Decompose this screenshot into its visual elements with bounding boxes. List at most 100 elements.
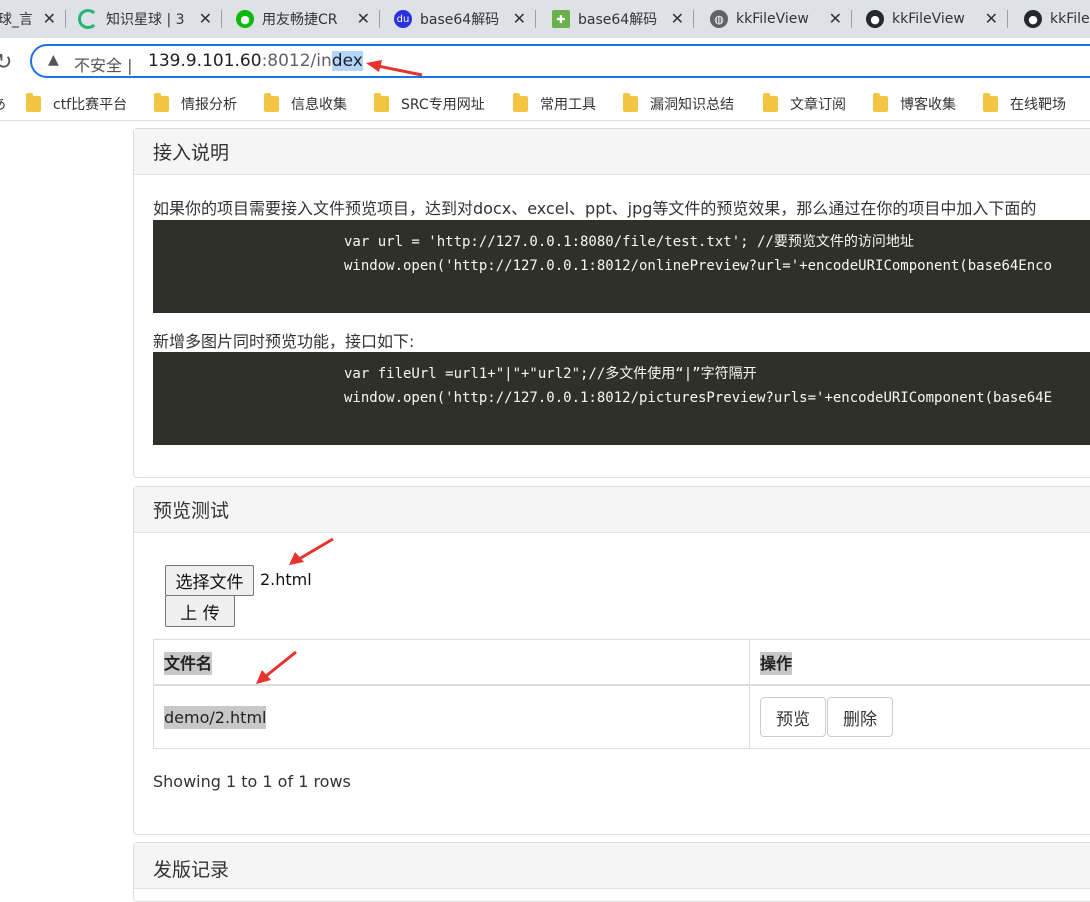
bookmark-label: 漏洞知识总结: [650, 94, 734, 114]
preview-button[interactable]: 预览: [760, 697, 826, 737]
choose-file-button[interactable]: 选择文件: [165, 565, 254, 596]
close-icon[interactable]: ✕: [829, 9, 842, 28]
tab-label: kkFileView: [892, 11, 976, 27]
bookmarks-bar: あ ctf比赛平台 情报分析 信息收集 SRC专用网址 常用工具 漏洞知识总结 …: [0, 88, 1090, 121]
tab-label: 知识星球 | 3: [106, 9, 188, 29]
bookmark-label: SRC专用网址: [401, 94, 485, 114]
tab-separator: [379, 10, 380, 28]
close-icon[interactable]: ✕: [43, 9, 56, 28]
close-icon[interactable]: ✕: [985, 9, 998, 28]
panel-title: 接入说明: [134, 129, 1090, 175]
code-line: window.open('http://127.0.0.1:8012/pictu…: [344, 386, 1090, 410]
code-line: var url = 'http://127.0.0.1:8080/file/te…: [344, 230, 1090, 254]
tab-separator: [851, 10, 852, 28]
bookmark-src[interactable]: SRC专用网址: [374, 94, 485, 114]
url-text: 139.9.101.60:8012/index: [148, 51, 363, 71]
security-text: 不安全: [74, 56, 122, 75]
bookmark-tools[interactable]: 常用工具: [513, 94, 596, 114]
tab-separator: [221, 10, 222, 28]
bookmark-label: 博客收集: [900, 94, 956, 114]
bookmark-label: 在线靶场: [1010, 94, 1066, 114]
tab-label: 球_言: [0, 9, 32, 29]
bookmark-overflow[interactable]: あ: [0, 94, 6, 114]
bookmark-vuln[interactable]: 漏洞知识总结: [623, 94, 734, 114]
folder-icon: [873, 96, 888, 112]
tab-1[interactable]: 球_言 ✕: [0, 0, 66, 38]
folder-icon: [513, 96, 528, 112]
bookmark-intel[interactable]: 情报分析: [154, 94, 237, 114]
actions-cell: 预览删除: [750, 685, 1090, 749]
intro-panel: 接入说明 如果你的项目需要接入文件预览项目，达到对docx、excel、ppt、…: [133, 128, 1090, 478]
tab-separator: [535, 10, 536, 28]
spinner-icon: [78, 9, 98, 29]
column-label: 操作: [760, 652, 792, 675]
multi-image-text: 新增多图片同时预览功能，接口如下:: [153, 328, 414, 352]
close-icon[interactable]: ✕: [199, 9, 212, 28]
tab-4[interactable]: du base64解码 ✕: [394, 0, 536, 38]
panel-title: 发版记录: [134, 843, 1090, 889]
bookmark-blogs[interactable]: 博客收集: [873, 94, 956, 114]
bookmark-label: 常用工具: [540, 94, 596, 114]
security-label[interactable]: 不安全 |: [74, 52, 133, 76]
url-host: 139.9.101.60: [148, 51, 262, 71]
tab-8[interactable]: ● kkFile: [1024, 0, 1090, 38]
tab-label: base64解码: [420, 9, 504, 29]
tab-6[interactable]: ◍ kkFileView ✕: [710, 0, 852, 38]
code-block: var fileUrl =url1+"|"+"url2";//多文件使用“|”字…: [153, 352, 1090, 445]
folder-icon: [763, 96, 778, 112]
globe-icon: ◍: [710, 10, 728, 28]
column-header-filename[interactable]: 文件名: [154, 640, 750, 686]
close-icon[interactable]: ✕: [357, 9, 370, 28]
tab-separator: [693, 10, 694, 28]
url-path-selected: dex: [332, 51, 363, 71]
bookmark-label: 情报分析: [181, 94, 237, 114]
tab-7[interactable]: ● kkFileView ✕: [866, 0, 1008, 38]
release-panel: 发版记录: [133, 842, 1090, 902]
table-row: demo/2.html 预览删除: [154, 685, 1090, 749]
bookmark-info-gathering[interactable]: 信息收集: [264, 94, 347, 114]
bookmark-label: ctf比赛平台: [53, 94, 127, 114]
baidu-icon: du: [394, 10, 412, 28]
intro-text: 如果你的项目需要接入文件预览项目，达到对docx、excel、ppt、jpg等文…: [153, 195, 1036, 219]
code-line: var fileUrl =url1+"|"+"url2";//多文件使用“|”字…: [344, 362, 1090, 386]
file-name: demo/2.html: [164, 706, 266, 729]
tab-label: kkFile: [1050, 11, 1090, 27]
folder-icon: [623, 96, 638, 112]
bookmark-range[interactable]: 在线靶场: [983, 94, 1066, 114]
url-path: in: [316, 51, 332, 71]
file-name-cell: demo/2.html: [154, 685, 750, 749]
folder-icon: [26, 96, 41, 112]
address-input[interactable]: ▲ 不安全 | 139.9.101.60:8012/index: [30, 44, 1090, 78]
delete-button[interactable]: 删除: [827, 697, 893, 737]
close-icon[interactable]: ✕: [513, 9, 526, 28]
wechat-icon: ●: [236, 10, 254, 28]
bookmark-articles[interactable]: 文章订阅: [763, 94, 846, 114]
code-block: var url = 'http://127.0.0.1:8080/file/te…: [153, 220, 1090, 313]
github-icon: ●: [1024, 10, 1042, 28]
reload-icon[interactable]: ↻: [0, 50, 12, 75]
tab-3[interactable]: ● 用友畅捷CR ✕: [236, 0, 380, 38]
github-icon: ●: [866, 10, 884, 28]
tab-label: 用友畅捷CR: [262, 9, 344, 29]
annotation-arrow-icon: [285, 535, 340, 570]
tab-strip: 球_言 ✕ 知识星球 | 3 ✕ ● 用友畅捷CR ✕ du base64解码 …: [0, 0, 1090, 38]
annotation-arrow-icon: [252, 648, 302, 688]
tab-label: base64解码: [578, 9, 662, 29]
tab-5[interactable]: ✚ base64解码 ✕: [552, 0, 694, 38]
annotation-arrow-icon: [360, 55, 430, 85]
warning-icon[interactable]: ▲: [48, 52, 59, 68]
folder-icon: [374, 96, 389, 112]
column-label: 文件名: [164, 652, 212, 675]
folder-icon: [264, 96, 279, 112]
upload-button[interactable]: 上 传: [165, 595, 235, 627]
folder-icon: [983, 96, 998, 112]
column-header-actions[interactable]: 操作: [750, 640, 1090, 686]
tool-icon: ✚: [552, 10, 570, 28]
bookmark-label: 文章订阅: [790, 94, 846, 114]
tab-2[interactable]: 知识星球 | 3 ✕: [78, 0, 222, 38]
bookmark-ctf[interactable]: ctf比赛平台: [26, 94, 127, 114]
folder-icon: [154, 96, 169, 112]
close-icon[interactable]: ✕: [671, 9, 684, 28]
chosen-file-name: 2.html: [260, 570, 312, 589]
tab-separator: [1007, 10, 1008, 28]
